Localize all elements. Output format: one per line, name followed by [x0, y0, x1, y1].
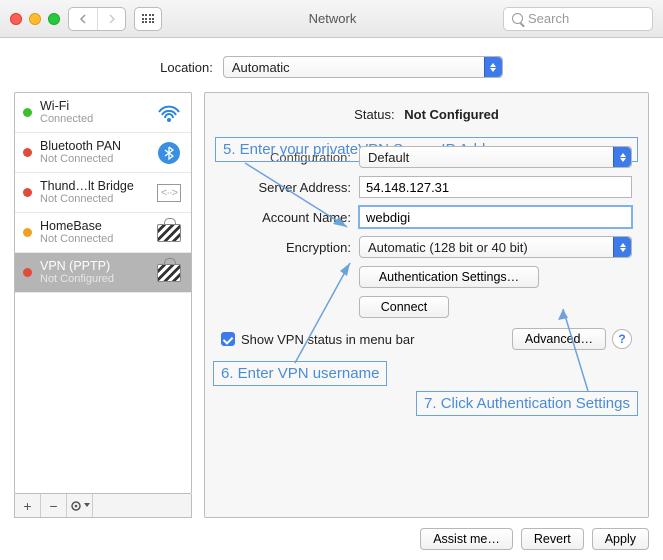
- add-service-button[interactable]: +: [15, 494, 41, 517]
- location-label: Location:: [160, 60, 213, 75]
- configuration-label: Configuration:: [221, 150, 351, 165]
- show-vpn-status-checkbox[interactable]: [221, 332, 235, 346]
- connect-button[interactable]: Connect: [359, 296, 449, 318]
- service-name: Bluetooth PAN: [40, 139, 147, 153]
- bluetooth-icon: [155, 142, 183, 164]
- titlebar: Network Search: [0, 0, 663, 38]
- bottom-button-bar: Assist me… Revert Apply: [14, 518, 649, 550]
- grid-icon: [142, 14, 155, 23]
- close-icon[interactable]: [10, 13, 22, 25]
- service-sub: Not Connected: [40, 193, 147, 206]
- annotation-step7: 7. Click Authentication Settings: [416, 391, 638, 416]
- updown-icon: [484, 57, 502, 77]
- status-dot-icon: [23, 108, 32, 117]
- status-label: Status:: [354, 107, 394, 122]
- service-sub: Not Connected: [40, 233, 147, 246]
- location-value: Automatic: [232, 60, 290, 75]
- vpn-lock-icon: [155, 262, 183, 284]
- minimize-icon[interactable]: [29, 13, 41, 25]
- status-dot-icon: [23, 148, 32, 157]
- encryption-popup[interactable]: Automatic (128 bit or 40 bit): [359, 236, 632, 258]
- remove-service-button[interactable]: −: [41, 494, 67, 517]
- encryption-value: Automatic (128 bit or 40 bit): [368, 240, 528, 255]
- annotation-step6: 6. Enter VPN username: [213, 361, 387, 386]
- service-actions-button[interactable]: [67, 494, 93, 517]
- configuration-value: Default: [368, 150, 409, 165]
- encryption-label: Encryption:: [221, 240, 351, 255]
- sidebar-item-vpn-pptp[interactable]: VPN (PPTP)Not Configured: [15, 253, 191, 293]
- window-title: Network: [170, 11, 495, 26]
- service-sub: Not Connected: [40, 153, 147, 166]
- status-dot-icon: [23, 268, 32, 277]
- service-name: Wi-Fi: [40, 99, 147, 113]
- status-dot-icon: [23, 228, 32, 237]
- show-all-button[interactable]: [134, 7, 162, 31]
- server-address-label: Server Address:: [221, 180, 351, 195]
- revert-button[interactable]: Revert: [521, 528, 584, 550]
- search-input[interactable]: Search: [503, 7, 653, 31]
- wifi-icon: [155, 102, 183, 124]
- sidebar-item-homebase[interactable]: HomeBaseNot Connected: [15, 213, 191, 253]
- service-name: VPN (PPTP): [40, 259, 147, 273]
- account-name-label: Account Name:: [221, 210, 351, 225]
- help-button[interactable]: ?: [612, 329, 632, 349]
- status-dot-icon: [23, 188, 32, 197]
- sidebar-item-thunderbolt[interactable]: Thund…lt BridgeNot Connected <··>: [15, 173, 191, 213]
- sidebar-item-bluetooth[interactable]: Bluetooth PANNot Connected: [15, 133, 191, 173]
- forward-button[interactable]: [97, 8, 125, 30]
- window-controls: [10, 13, 60, 25]
- apply-button[interactable]: Apply: [592, 528, 649, 550]
- service-name: HomeBase: [40, 219, 147, 233]
- sidebar-footer: + −: [14, 494, 192, 518]
- gear-icon: [70, 500, 90, 512]
- search-placeholder: Search: [528, 11, 569, 26]
- chevron-down-icon: [84, 503, 90, 508]
- location-popup[interactable]: Automatic: [223, 56, 503, 78]
- service-list: Wi-FiConnected Bluetooth PANNot Connecte…: [14, 92, 192, 494]
- account-name-input[interactable]: [359, 206, 632, 228]
- advanced-button[interactable]: Advanced…: [512, 328, 606, 350]
- vpn-lock-icon: [155, 222, 183, 244]
- service-sub: Not Configured: [40, 273, 147, 286]
- zoom-icon[interactable]: [48, 13, 60, 25]
- service-sub: Connected: [40, 113, 147, 126]
- assist-me-button[interactable]: Assist me…: [420, 528, 513, 550]
- detail-panel: Status: Not Configured 5. Enter your pri…: [204, 92, 649, 518]
- nav-back-forward[interactable]: [68, 7, 126, 31]
- show-vpn-status-label: Show VPN status in menu bar: [241, 332, 506, 347]
- server-address-input[interactable]: [359, 176, 632, 198]
- back-button[interactable]: [69, 8, 97, 30]
- thunderbolt-icon: <··>: [155, 182, 183, 204]
- service-name: Thund…lt Bridge: [40, 179, 147, 193]
- updown-icon: [613, 237, 631, 257]
- search-icon: [512, 13, 523, 24]
- sidebar-item-wifi[interactable]: Wi-FiConnected: [15, 93, 191, 133]
- updown-icon: [613, 147, 631, 167]
- configuration-popup[interactable]: Default: [359, 146, 632, 168]
- status-value: Not Configured: [404, 107, 499, 122]
- authentication-settings-button[interactable]: Authentication Settings…: [359, 266, 539, 288]
